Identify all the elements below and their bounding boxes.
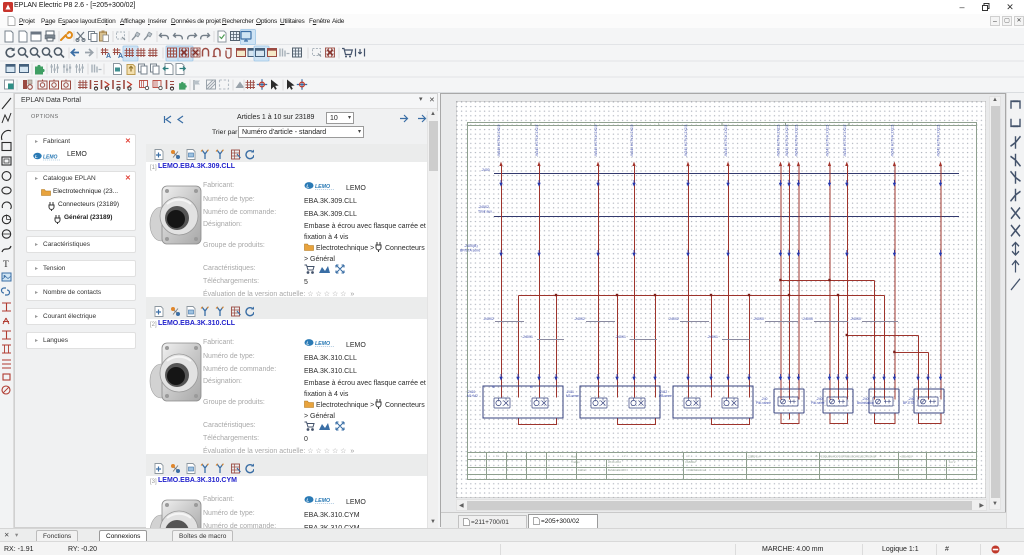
svg-text:T: T: [3, 260, 9, 270]
svg-text:LEMO: LEMO: [43, 155, 58, 161]
svg-text:L: L: [306, 184, 309, 190]
svg-text:-240X2: -240X2: [478, 205, 489, 209]
svg-text:BP-ETA: BP-ETA: [903, 401, 915, 405]
svg-text:Subestacion FF: Subestacion FF: [608, 468, 627, 472]
svg-text:Fol. 2: Fol. 2: [949, 460, 956, 464]
svg-text:M1+M2: M1+M2: [467, 394, 478, 398]
svg-text:Pag. 02: Pag. 02: [900, 468, 909, 472]
svg-text:Tiroir aux.: Tiroir aux.: [478, 210, 493, 214]
svg-text:Pilo.serre: Pilo.serre: [811, 401, 825, 405]
svg-text:L: L: [306, 341, 309, 347]
svg-text:28.09.2016: 28.09.2016: [608, 460, 622, 464]
svg-text:M: M: [492, 385, 495, 389]
svg-text:ESQUEMA DE DISTRIBUCION ELECTR: ESQUEMA DE DISTRIBUCION ELECTRICA BT: [821, 455, 877, 459]
svg-text:BP/ETA serre: BP/ETA serre: [460, 249, 480, 253]
svg-text:Trabajo: Trabajo: [571, 460, 580, 464]
svg-text:-240X2: -240X2: [483, 317, 494, 321]
svg-text:L: L: [306, 498, 309, 504]
svg-text:M5-serre: M5-serre: [659, 394, 672, 398]
svg-text:-240X1: -240X1: [707, 335, 718, 339]
svg-text:M3-serre: M3-serre: [566, 394, 579, 398]
svg-text:-240X0: -240X0: [802, 317, 813, 321]
svg-text:Mod.: Mod.: [571, 455, 577, 459]
svg-text:LEMO: LEMO: [315, 184, 330, 190]
svg-text:-240X0: -240X0: [753, 317, 764, 321]
svg-text:-240X1: -240X1: [522, 335, 533, 339]
svg-text:Pilo.vanne: Pilo.vanne: [756, 401, 771, 405]
svg-text:L: L: [35, 154, 38, 159]
svg-text:-2400: -2400: [481, 168, 490, 172]
svg-text:-240X(B): -240X(B): [464, 244, 478, 248]
svg-text:LEMO: LEMO: [315, 341, 330, 347]
svg-text:-240X2: -240X2: [574, 317, 585, 321]
svg-text:-240X2: -240X2: [668, 317, 679, 321]
svg-text:-240X1: -240X1: [615, 335, 626, 339]
svg-text:=205+300: =205+300: [900, 455, 912, 459]
svg-text:Distribucion red: Distribucion red: [688, 468, 707, 472]
svg-text:Fecha: Fecha: [578, 468, 586, 472]
svg-text:M: M: [530, 385, 533, 389]
svg-text:CABIMET: CABIMET: [685, 460, 697, 464]
svg-text:LEMO: LEMO: [315, 498, 330, 504]
svg-text:Brumisation: Brumisation: [857, 401, 874, 405]
svg-text:-240X0: -240X0: [850, 317, 861, 321]
svg-text:22201 S.A.: 22201 S.A.: [748, 455, 761, 459]
